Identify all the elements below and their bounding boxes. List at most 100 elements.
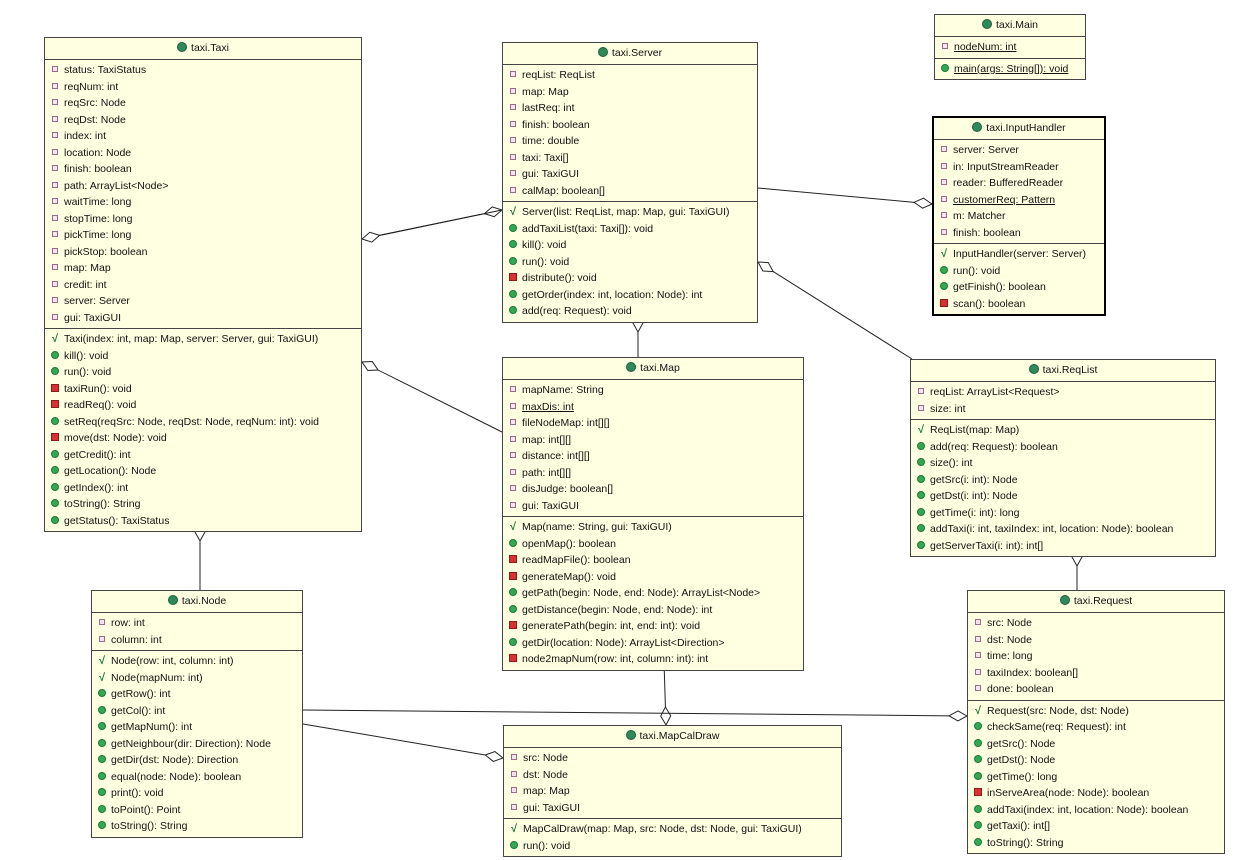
method-row[interactable]: readReq(): void (45, 397, 361, 414)
method-row[interactable]: √ Node(mapNum: int) (92, 670, 302, 687)
field-row[interactable]: reader: BufferedReader (934, 175, 1104, 192)
field-row[interactable]: path: int[][] (503, 465, 803, 482)
method-row[interactable]: inServeArea(node: Node): boolean (968, 785, 1224, 802)
field-row[interactable]: reqList: ArrayList<Request> (911, 384, 1215, 401)
field-row[interactable]: mapName: String (503, 382, 803, 399)
field-row[interactable]: row: int (92, 615, 302, 632)
method-row[interactable]: toString(): String (968, 835, 1224, 852)
field-row[interactable]: finish: boolean (934, 225, 1104, 242)
field-row[interactable]: m: Matcher (934, 208, 1104, 225)
field-row[interactable]: server: Server (45, 293, 361, 310)
field-row[interactable]: finish: boolean (45, 161, 361, 178)
method-row[interactable]: generateMap(): void (503, 569, 803, 586)
method-row[interactable]: toPoint(): Point (92, 802, 302, 819)
method-row[interactable]: √ InputHandler(server: Server) (934, 246, 1104, 263)
field-row[interactable]: time: long (968, 648, 1224, 665)
method-row[interactable]: √ Request(src: Node, dst: Node) (968, 703, 1224, 720)
method-row[interactable]: main(args: String[]): void (935, 61, 1085, 78)
field-row[interactable]: size: int (911, 401, 1215, 418)
method-row[interactable]: getTime(): long (968, 769, 1224, 786)
method-row[interactable]: run(): void (504, 838, 841, 855)
method-row[interactable]: getDistance(begin: Node, end: Node): int (503, 602, 803, 619)
field-row[interactable]: column: int (92, 632, 302, 649)
field-row[interactable]: nodeNum: int (935, 39, 1085, 56)
method-row[interactable]: add(req: Request): boolean (911, 439, 1215, 456)
field-row[interactable]: src: Node (504, 750, 841, 767)
field-row[interactable]: gui: TaxiGUI (503, 166, 757, 183)
field-row[interactable]: waitTime: long (45, 194, 361, 211)
method-row[interactable]: √ Map(name: String, gui: TaxiGUI) (503, 519, 803, 536)
field-row[interactable]: maxDis: int (503, 399, 803, 416)
method-row[interactable]: openMap(): boolean (503, 536, 803, 553)
class-box-inputhandler[interactable]: taxi.InputHandler server: Server in: Input… (932, 116, 1106, 316)
field-row[interactable]: server: Server (934, 142, 1104, 159)
method-row[interactable]: readMapFile(): boolean (503, 552, 803, 569)
method-row[interactable]: √ MapCalDraw(map: Map, src: Node, dst: No… (504, 821, 841, 838)
field-row[interactable]: customerReq: Pattern (934, 192, 1104, 209)
method-row[interactable]: getCredit(): int (45, 447, 361, 464)
field-row[interactable]: reqList: ReqList (503, 67, 757, 84)
method-row[interactable]: scan(): boolean (934, 296, 1104, 313)
method-row[interactable]: toString(): String (92, 818, 302, 835)
field-row[interactable]: taxi: Taxi[] (503, 150, 757, 167)
field-row[interactable]: credit: int (45, 277, 361, 294)
field-row[interactable]: reqSrc: Node (45, 95, 361, 112)
method-row[interactable]: equal(node: Node): boolean (92, 769, 302, 786)
method-row[interactable]: toString(): String (45, 496, 361, 513)
method-row[interactable]: move(dst: Node): void (45, 430, 361, 447)
method-row[interactable]: add(req: Request): void (503, 303, 757, 320)
field-row[interactable]: map: Map (503, 84, 757, 101)
method-row[interactable]: getDst(i: int): Node (911, 488, 1215, 505)
method-row[interactable]: getDir(location: Node): ArrayList<Direct… (503, 635, 803, 652)
method-row[interactable]: getTaxi(): int[] (968, 818, 1224, 835)
method-row[interactable]: run(): void (503, 254, 757, 271)
field-row[interactable]: gui: TaxiGUI (503, 498, 803, 515)
field-row[interactable]: reqNum: int (45, 79, 361, 96)
method-row[interactable]: setReq(reqSrc: Node, reqDst: Node, reqNu… (45, 414, 361, 431)
field-row[interactable]: stopTime: long (45, 211, 361, 228)
method-row[interactable]: addTaxiList(taxi: Taxi[]): void (503, 221, 757, 238)
field-row[interactable]: map: int[][] (503, 432, 803, 449)
field-row[interactable]: taxiIndex: boolean[] (968, 665, 1224, 682)
method-row[interactable]: addTaxi(i: int, taxiIndex: int, location… (911, 521, 1215, 538)
field-row[interactable]: fileNodeMap: int[][] (503, 415, 803, 432)
method-row[interactable]: run(): void (45, 364, 361, 381)
field-row[interactable]: calMap: boolean[] (503, 183, 757, 200)
class-box-reqlist[interactable]: taxi.ReqList reqList: ArrayList<Request> s… (910, 359, 1216, 557)
method-row[interactable]: getPath(begin: Node, end: Node): ArrayLi… (503, 585, 803, 602)
method-row[interactable]: getDst(): Node (968, 752, 1224, 769)
field-row[interactable]: dst: Node (504, 767, 841, 784)
method-row[interactable]: getSrc(i: int): Node (911, 472, 1215, 489)
class-box-map[interactable]: taxi.Map mapName: String maxDis: int fileNo… (502, 357, 804, 671)
field-row[interactable]: dst: Node (968, 632, 1224, 649)
method-row[interactable]: getNeighbour(dir: Direction): Node (92, 736, 302, 753)
field-row[interactable]: gui: TaxiGUI (45, 310, 361, 327)
method-row[interactable]: distribute(): void (503, 270, 757, 287)
method-row[interactable]: kill(): void (45, 348, 361, 365)
method-row[interactable]: √ ReqList(map: Map) (911, 422, 1215, 439)
class-box-mapcaldraw[interactable]: taxi.MapCalDraw src: Node dst: Node map: Ma… (503, 725, 842, 857)
field-row[interactable]: done: boolean (968, 681, 1224, 698)
method-row[interactable]: getLocation(): Node (45, 463, 361, 480)
method-row[interactable]: √ Server(list: ReqList, map: Map, gui: Ta… (503, 204, 757, 221)
field-row[interactable]: disJudge: boolean[] (503, 481, 803, 498)
field-row[interactable]: in: InputStreamReader (934, 159, 1104, 176)
field-row[interactable]: map: Map (504, 783, 841, 800)
class-box-main[interactable]: taxi.Main nodeNum: int main(args: String[]… (934, 14, 1086, 80)
field-row[interactable]: lastReq: int (503, 100, 757, 117)
method-row[interactable]: node2mapNum(row: int, column: int): int (503, 651, 803, 668)
class-box-server[interactable]: taxi.Server reqList: ReqList map: Map lastR… (502, 42, 758, 323)
method-row[interactable]: getRow(): int (92, 686, 302, 703)
field-row[interactable]: pickTime: long (45, 227, 361, 244)
field-row[interactable]: src: Node (968, 615, 1224, 632)
class-box-taxi[interactable]: taxi.Taxi status: TaxiStatus reqNum: int re… (44, 37, 362, 532)
method-row[interactable]: addTaxi(index: int, location: Node): boo… (968, 802, 1224, 819)
field-row[interactable]: location: Node (45, 145, 361, 162)
method-row[interactable]: getIndex(): int (45, 480, 361, 497)
method-row[interactable]: getCol(): int (92, 703, 302, 720)
method-row[interactable]: checkSame(req: Request): int (968, 719, 1224, 736)
method-row[interactable]: √ Taxi(index: int, map: Map, server: Serv… (45, 331, 361, 348)
method-row[interactable]: getFinish(): boolean (934, 279, 1104, 296)
class-box-request[interactable]: taxi.Request src: Node dst: Node time: long… (967, 590, 1225, 854)
field-row[interactable]: map: Map (45, 260, 361, 277)
